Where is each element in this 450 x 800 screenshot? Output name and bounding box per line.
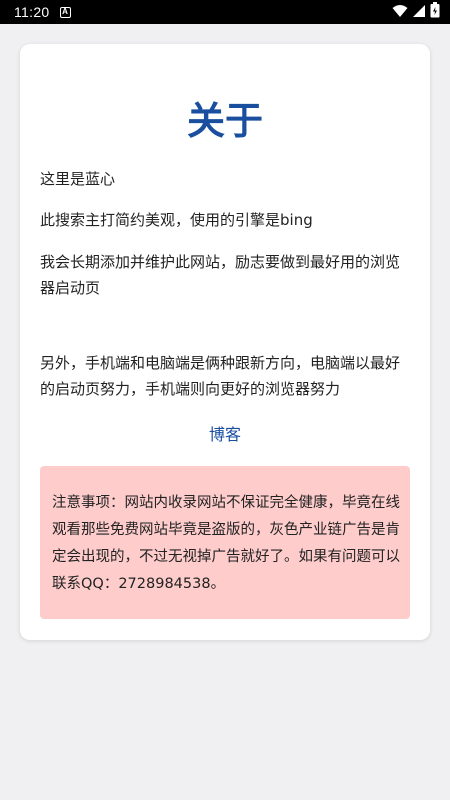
status-time: 11:20 [14, 4, 50, 20]
page-title: 关于 [186, 99, 263, 143]
status-icons [392, 2, 440, 22]
battery-icon [430, 2, 440, 22]
wifi-icon [392, 3, 408, 22]
blog-link[interactable]: 博客 [0, 422, 450, 448]
direction-text: 另外，手机端和电脑端是俩种跟新方向，电脑端以最好的启动页努力，手机端则向更好的浏… [40, 354, 401, 398]
maintenance-text: 我会长期添加并维护此网站，励志要做到最好用的浏览器启动页 [40, 253, 401, 297]
notice-box: 注意事项：网站内收录网站不保证完全健康，毕竟在线观看那些免费网站毕竟是盗版的，灰… [40, 466, 410, 619]
signal-icon [412, 3, 426, 22]
intro-text: 这里是蓝心 [40, 170, 116, 188]
a-badge-icon: A [59, 6, 71, 18]
engine-text: 此搜索主打简约美观，使用的引擎是bing [40, 211, 313, 229]
status-bar: 11:20 A [0, 0, 450, 24]
